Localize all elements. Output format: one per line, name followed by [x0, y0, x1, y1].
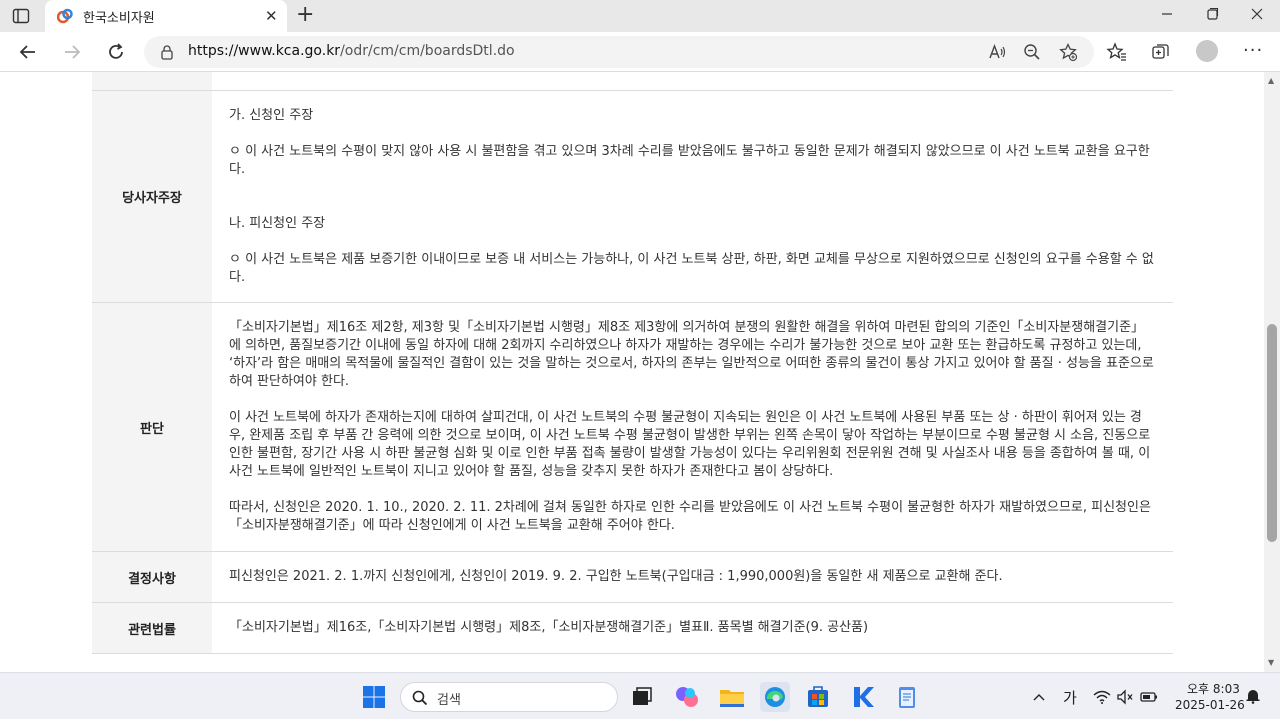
search-placeholder: 검색: [437, 693, 461, 708]
scroll-up-icon[interactable]: ▲: [1268, 76, 1274, 85]
search-icon: [412, 690, 428, 706]
chevron-up-icon[interactable]: [1030, 689, 1048, 705]
notification-bell-icon[interactable]: [1244, 688, 1262, 704]
profile-avatar[interactable]: [1196, 40, 1218, 62]
scroll-thumb[interactable]: [1267, 324, 1277, 542]
minimize-icon[interactable]: [1157, 4, 1177, 24]
wifi-icon[interactable]: [1093, 689, 1111, 705]
back-arrow-icon[interactable]: [16, 40, 40, 64]
file-explorer-icon[interactable]: [717, 682, 747, 712]
copilot-icon[interactable]: [672, 682, 702, 712]
collections-icon[interactable]: [1150, 41, 1172, 63]
judgment-paragraph-3: 따라서, 신청인은 2020. 1. 10., 2020. 2. 11. 2차례…: [229, 500, 1151, 533]
table-row: 당사자주장 가. 신청인 주장 ㅇ 이 사건 노트북의 수평이 맞지 않아 사용…: [92, 91, 1173, 303]
add-favorite-icon[interactable]: [1058, 42, 1078, 62]
page-content: 당사자주장 가. 신청인 주장 ㅇ 이 사건 노트북의 수평이 맞지 않아 사용…: [0, 72, 1264, 672]
zoom-icon[interactable]: [1022, 42, 1042, 62]
code-editor-icon[interactable]: [848, 682, 878, 712]
tab-bar: 한국소비자원 ✕ +: [0, 0, 1280, 32]
battery-icon[interactable]: [1140, 689, 1158, 705]
tab-title: 한국소비자원: [83, 11, 155, 26]
volume-muted-icon[interactable]: [1116, 689, 1134, 705]
windows-start-icon[interactable]: [362, 685, 386, 709]
tab-close-icon[interactable]: ✕: [265, 7, 278, 25]
url-path: /odr/cm/cm/boardsDtl.do: [340, 43, 515, 59]
scroll-down-icon[interactable]: ▼: [1268, 658, 1274, 667]
edge-browser-icon[interactable]: [760, 682, 790, 712]
notepad-icon[interactable]: [892, 682, 922, 712]
claim-heading-respondent: 나. 피신청인 주장: [229, 216, 326, 231]
kca-favicon-icon: [57, 8, 73, 24]
read-aloud-icon[interactable]: [987, 42, 1007, 62]
table-row: 판단 「소비자기본법」제16조 제2항, 제3항 및「소비자기본법 시행령」제8…: [92, 303, 1173, 552]
row-label-related-laws: 관련법률: [92, 603, 212, 653]
refresh-icon[interactable]: [104, 40, 128, 64]
favorites-icon[interactable]: [1106, 41, 1128, 63]
table-row: 결정사항 피신청인은 2021. 2. 1.까지 신청인에게, 신청인이 201…: [92, 552, 1173, 603]
address-toolbar: https://www.kca.go.kr/odr/cm/cm/boardsDt…: [0, 32, 1280, 72]
microsoft-store-icon[interactable]: [803, 682, 833, 712]
decision-text: 피신청인은 2021. 2. 1.까지 신청인에게, 신청인이 2019. 9.…: [229, 569, 1003, 584]
related-laws-text: 「소비자기본법」제16조,「소비자기본법 시행령」제8조,「소비자분쟁해결기준」…: [229, 620, 869, 635]
claim-applicant-text: ㅇ 이 사건 노트북의 수평이 맞지 않아 사용 시 불편함을 겪고 있으며 3…: [229, 144, 1150, 177]
claim-respondent-text: ㅇ 이 사건 노트북은 제품 보증기한 이내이므로 보증 내 서비스는 가능하나…: [229, 252, 1154, 285]
table-row-partial: [92, 72, 1173, 91]
clock-time[interactable]: 오후 8:03: [1187, 680, 1240, 697]
row-label-decision: 결정사항: [92, 552, 212, 602]
judgment-paragraph-2: 이 사건 노트북에 하자가 존재하는지에 대하여 살피건대, 이 사건 노트북의…: [229, 410, 1151, 479]
judgment-paragraph-1: 「소비자기본법」제16조 제2항, 제3항 및「소비자기본법 시행령」제8조 제…: [229, 320, 1154, 389]
vertical-scrollbar[interactable]: ▲ ▼: [1264, 72, 1280, 672]
url-text[interactable]: https://www.kca.go.kr/odr/cm/cm/boardsDt…: [188, 43, 515, 59]
task-view-icon[interactable]: [627, 682, 657, 712]
sidebar-toggle-icon[interactable]: [12, 7, 30, 25]
active-tab[interactable]: 한국소비자원 ✕: [45, 0, 287, 32]
taskbar-search[interactable]: 검색: [400, 682, 618, 712]
row-label-empty: [92, 72, 212, 90]
address-bar[interactable]: https://www.kca.go.kr/odr/cm/cm/boardsDt…: [144, 36, 1094, 68]
windows-taskbar: 검색 가 오후 8:03 2025-01-26: [0, 672, 1280, 719]
clock-date[interactable]: 2025-01-26: [1175, 698, 1245, 712]
more-menu-button[interactable]: ···: [1243, 40, 1263, 61]
maximize-icon[interactable]: [1202, 4, 1222, 24]
claim-heading-applicant: 가. 신청인 주장: [229, 108, 314, 123]
lock-icon[interactable]: [160, 44, 174, 60]
row-label-parties-claims: 당사자주장: [92, 91, 212, 302]
window-close-icon[interactable]: [1247, 4, 1267, 24]
row-label-judgment: 판단: [92, 303, 212, 551]
ime-indicator[interactable]: 가: [1063, 687, 1077, 708]
new-tab-button[interactable]: +: [296, 4, 314, 26]
table-row: 관련법률 「소비자기본법」제16조,「소비자기본법 시행령」제8조,「소비자분쟁…: [92, 603, 1173, 654]
forward-arrow-icon[interactable]: [60, 40, 84, 64]
url-domain: https://www.kca.go.kr: [188, 43, 341, 59]
